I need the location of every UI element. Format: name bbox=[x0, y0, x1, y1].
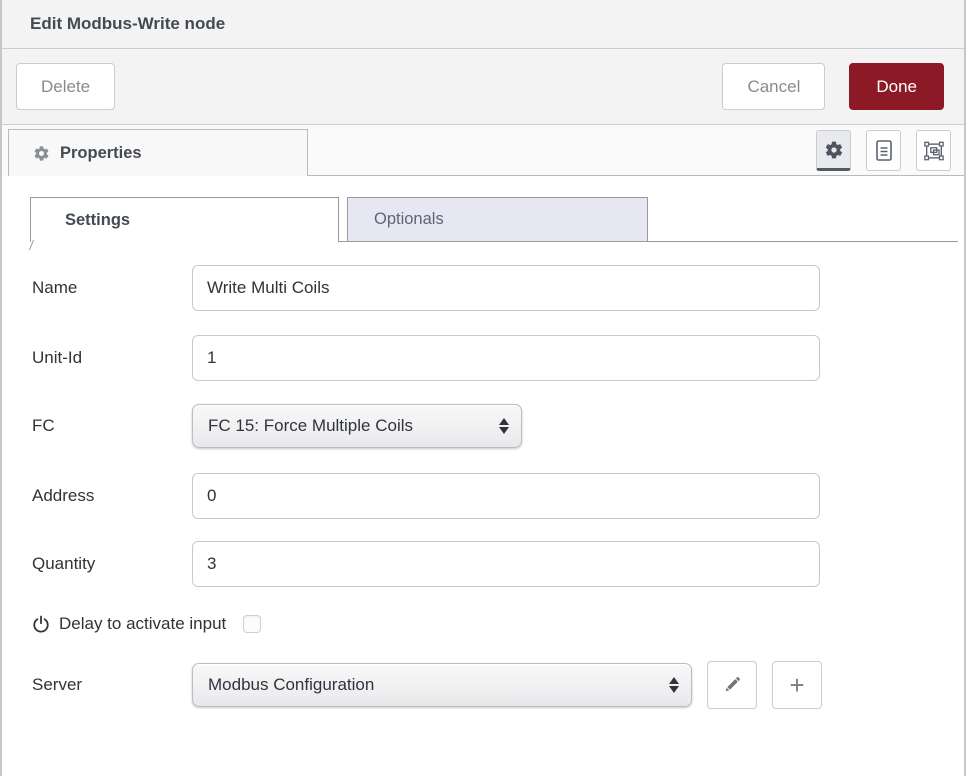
dialog-toolbar: Delete Cancel Done bbox=[2, 49, 964, 125]
select-arrows-icon bbox=[499, 418, 509, 434]
name-row: Name bbox=[32, 265, 964, 311]
unit-id-input[interactable] bbox=[192, 335, 820, 381]
dialog-title: Edit Modbus-Write node bbox=[30, 14, 225, 34]
tab-settings[interactable]: Settings bbox=[30, 197, 339, 242]
name-label: Name bbox=[32, 278, 192, 298]
delay-checkbox[interactable] bbox=[243, 615, 261, 633]
description-icon bbox=[874, 139, 894, 162]
properties-tabbar: Properties bbox=[2, 125, 964, 176]
editor-tab-buttons bbox=[816, 130, 951, 171]
properties-tab-button[interactable] bbox=[816, 130, 851, 171]
appearance-tab-button[interactable] bbox=[916, 130, 951, 171]
dialog-header: Edit Modbus-Write node bbox=[2, 0, 964, 49]
edit-server-button[interactable] bbox=[707, 661, 757, 709]
tab-optionals[interactable]: Optionals bbox=[347, 197, 648, 242]
settings-gear-icon bbox=[824, 140, 844, 160]
tab-settings-label: Settings bbox=[65, 211, 130, 230]
settings-form: Name Unit-Id FC FC 15: Force Multiple Co… bbox=[2, 265, 964, 709]
appearance-icon bbox=[923, 140, 945, 162]
quantity-label: Quantity bbox=[32, 554, 192, 574]
tab-properties-label: Properties bbox=[60, 144, 142, 163]
address-input[interactable] bbox=[192, 473, 820, 519]
gear-icon bbox=[33, 145, 50, 162]
server-label: Server bbox=[32, 675, 192, 695]
properties-panel: Settings Optionals Name Unit-Id FC FC 15… bbox=[2, 176, 964, 709]
pencil-icon bbox=[722, 675, 742, 695]
cancel-button[interactable]: Cancel bbox=[722, 63, 825, 110]
plus-icon: + bbox=[789, 670, 804, 701]
unit-id-row: Unit-Id bbox=[32, 335, 964, 381]
unit-id-label: Unit-Id bbox=[32, 348, 192, 368]
fc-select-value: FC 15: Force Multiple Coils bbox=[208, 416, 413, 436]
quantity-row: Quantity bbox=[32, 541, 964, 587]
edit-node-dialog: Edit Modbus-Write node Delete Cancel Don… bbox=[0, 0, 966, 776]
select-arrows-icon bbox=[669, 677, 679, 693]
server-select[interactable]: Modbus Configuration bbox=[192, 663, 692, 707]
done-button[interactable]: Done bbox=[849, 63, 944, 110]
tab-properties[interactable]: Properties bbox=[8, 129, 308, 176]
tab-optionals-label: Optionals bbox=[374, 210, 444, 229]
fc-select[interactable]: FC 15: Force Multiple Coils bbox=[192, 404, 522, 448]
quantity-input[interactable] bbox=[192, 541, 820, 587]
delay-row: Delay to activate input bbox=[32, 614, 964, 634]
add-server-button[interactable]: + bbox=[772, 661, 822, 709]
delay-label: Delay to activate input bbox=[59, 614, 226, 634]
server-select-value: Modbus Configuration bbox=[208, 675, 374, 695]
name-input[interactable] bbox=[192, 265, 820, 311]
settings-optionals-tabs: Settings Optionals bbox=[2, 197, 964, 242]
description-tab-button[interactable] bbox=[866, 130, 901, 171]
fc-row: FC FC 15: Force Multiple Coils bbox=[32, 404, 964, 448]
server-row: Server Modbus Configuration bbox=[32, 661, 964, 709]
delete-button[interactable]: Delete bbox=[16, 63, 115, 110]
address-row: Address bbox=[32, 473, 964, 519]
fc-label: FC bbox=[32, 416, 192, 436]
power-icon bbox=[32, 615, 50, 633]
address-label: Address bbox=[32, 486, 192, 506]
